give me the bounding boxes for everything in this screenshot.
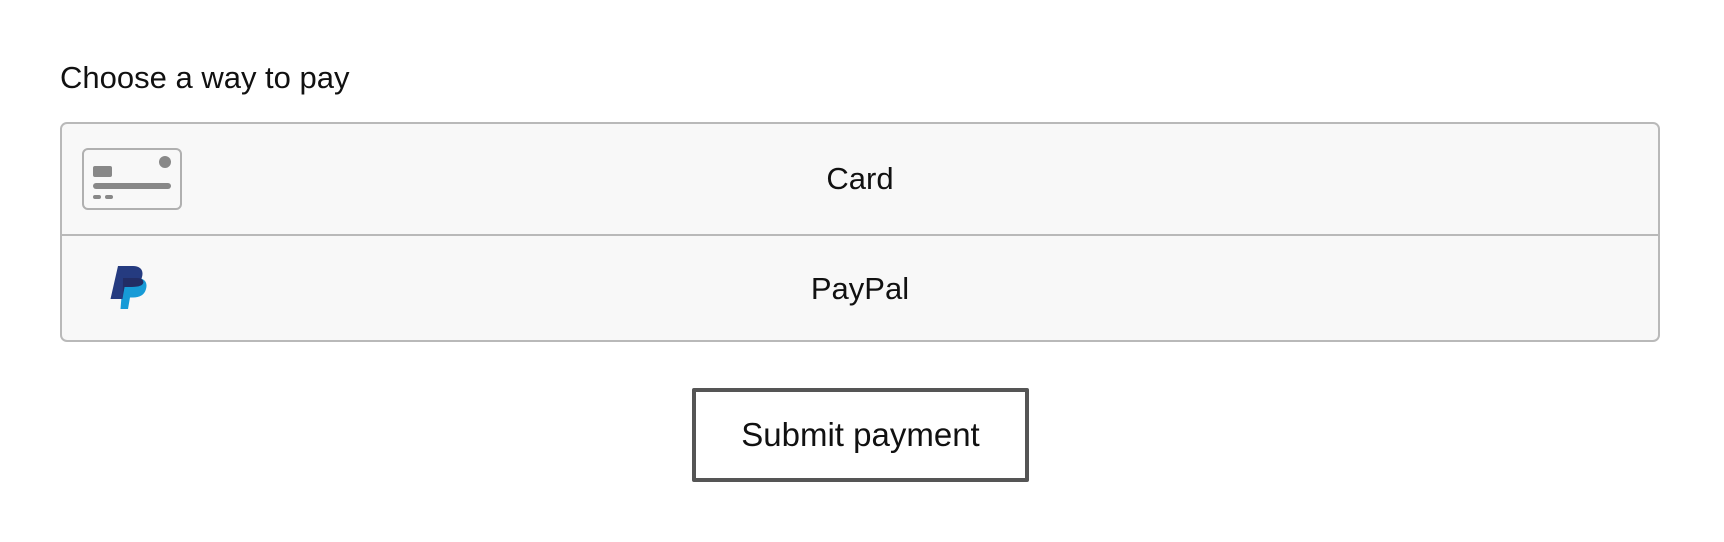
payment-method-label-card: Card — [826, 161, 894, 196]
credit-card-icon — [82, 148, 182, 210]
payment-method-label-paypal: PayPal — [810, 271, 910, 306]
payment-method-list: Card PayPal — [60, 122, 1660, 342]
paypal-logo-icon — [110, 266, 147, 309]
payment-heading: Choose a way to pay — [60, 60, 350, 95]
payment-method-paypal[interactable]: PayPal — [62, 236, 1658, 340]
submit-payment-button[interactable]: Submit payment — [692, 388, 1029, 482]
payment-method-card[interactable]: Card — [62, 124, 1658, 236]
